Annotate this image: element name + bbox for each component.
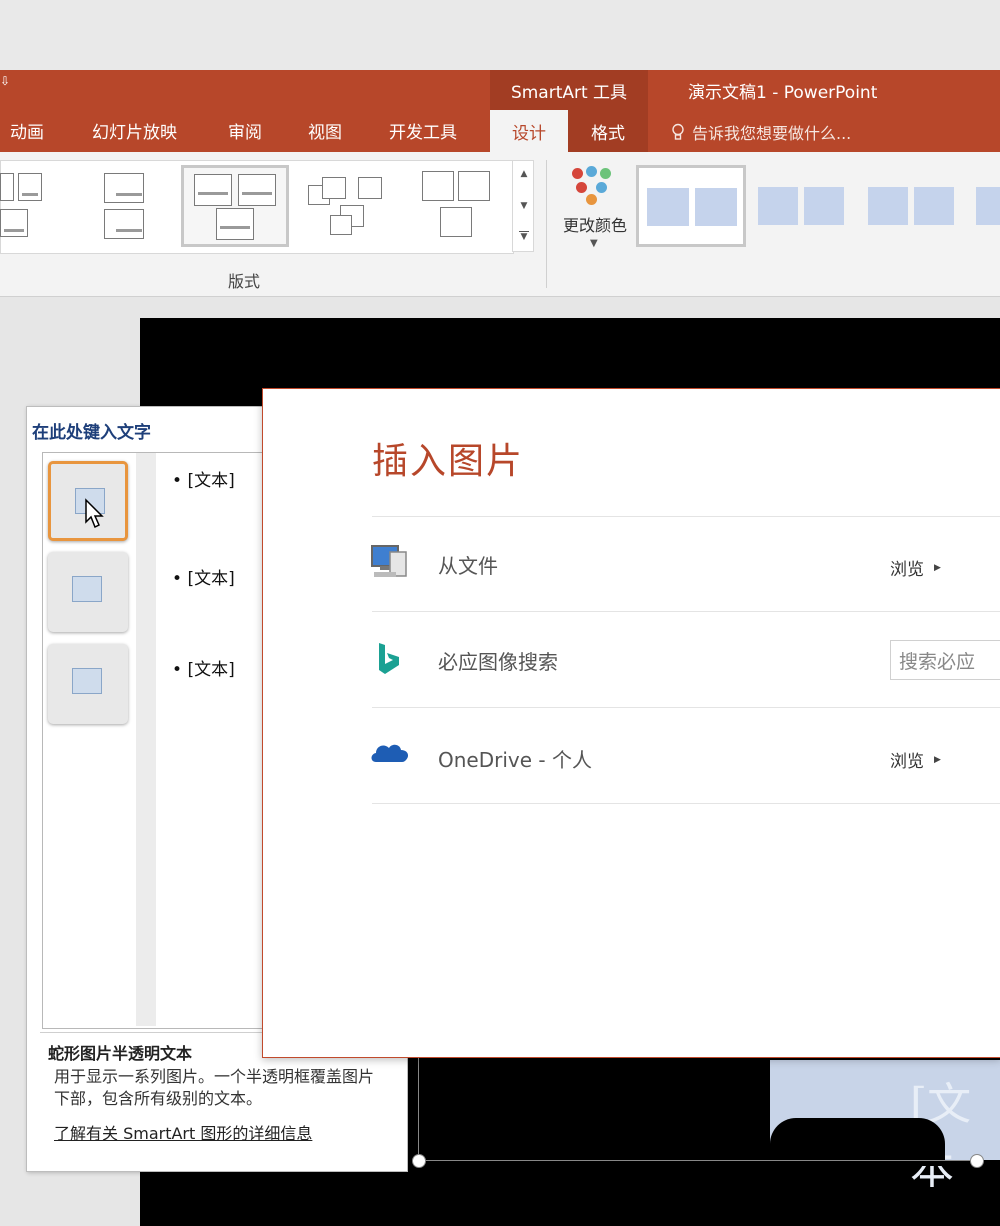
- smartart-tools-context-label: SmartArt 工具: [490, 70, 648, 110]
- layouts-group-label: 版式: [228, 272, 261, 291]
- bing-search-input[interactable]: 搜索必应: [890, 640, 1000, 680]
- tab-slideshow[interactable]: 幻灯片放映: [92, 118, 177, 143]
- quick-access-customize-icon[interactable]: ⇩: [0, 74, 10, 88]
- divider: [372, 803, 1000, 804]
- onedrive-label[interactable]: OneDrive - 个人: [438, 744, 592, 773]
- layout-option-selected[interactable]: [181, 165, 289, 247]
- computer-icon: [371, 545, 407, 577]
- layout-name: 蛇形图片半透明文本: [48, 1044, 193, 1063]
- divider: [372, 707, 1000, 708]
- smartart-style-selected[interactable]: [636, 165, 746, 247]
- browse-label: 浏览: [890, 560, 924, 580]
- gallery-more-icon[interactable]: ▼: [519, 231, 529, 242]
- divider: [372, 516, 1000, 517]
- mouse-pointer-icon: [85, 498, 104, 529]
- picture-icon: [72, 576, 102, 602]
- window-top-strip: [0, 0, 1000, 70]
- smartart-selection-frame: [418, 1040, 979, 1161]
- text-pane-divider-strip: [136, 453, 156, 1026]
- picture-icon: [72, 668, 102, 694]
- tab-view[interactable]: 视图: [308, 118, 342, 143]
- text-pane-bullet-1[interactable]: • [文本]: [172, 466, 235, 491]
- picture-placeholder-3[interactable]: [48, 644, 128, 724]
- tab-developer[interactable]: 开发工具: [389, 118, 457, 143]
- resize-handle-bottom-left[interactable]: [412, 1154, 426, 1168]
- text-pane-title: 在此处键入文字: [32, 423, 151, 443]
- text-pane-bullet-3[interactable]: • [文本]: [172, 655, 235, 680]
- resize-handle-bottom-right[interactable]: [970, 1154, 984, 1168]
- tab-format[interactable]: 格式: [568, 110, 648, 152]
- change-colors-dropdown-icon[interactable]: ▼: [590, 238, 598, 249]
- tell-me-text: 告诉我您想要做什么...: [692, 124, 852, 143]
- onedrive-icon: [371, 744, 409, 762]
- document-title: 演示文稿1 - PowerPoint: [688, 83, 878, 103]
- bullet-text-2: [文本]: [187, 569, 235, 589]
- gallery-scroll-up-icon[interactable]: ▲: [517, 169, 531, 179]
- layout-option-5[interactable]: [414, 165, 500, 247]
- caret-right-icon: ▶: [934, 754, 941, 765]
- layout-description: 用于显示一系列图片。一个半透明框覆盖图片下部，包含所有级别的文本。: [54, 1067, 375, 1108]
- layout-option-1[interactable]: [0, 165, 50, 247]
- smartart-style-4[interactable]: [972, 165, 1000, 247]
- caret-right-icon: ▶: [934, 562, 941, 573]
- tab-animations[interactable]: 动画: [10, 118, 44, 143]
- bullet-text-1: [文本]: [187, 471, 235, 491]
- smartart-style-3[interactable]: [862, 165, 962, 247]
- layout-option-2[interactable]: [92, 165, 162, 247]
- browse-label: 浏览: [890, 752, 924, 772]
- dialog-title: 插入图片: [372, 441, 525, 482]
- gallery-scroll-down-icon[interactable]: ▼: [517, 201, 531, 211]
- bing-image-search-label: 必应图像搜索: [438, 650, 558, 674]
- tab-design[interactable]: 设计: [490, 110, 568, 152]
- divider: [372, 611, 1000, 612]
- lightbulb-icon: [672, 123, 684, 140]
- smartart-style-2[interactable]: [752, 165, 852, 247]
- tell-me-search[interactable]: 告诉我您想要做什么...: [670, 120, 851, 144]
- onedrive-browse-button[interactable]: 浏览 ▶: [890, 747, 941, 772]
- ribbon-separator: [546, 160, 547, 288]
- layouts-gallery-scrollbar[interactable]: ▲ ▼ ▼: [512, 160, 534, 252]
- from-file-label[interactable]: 从文件: [438, 550, 498, 579]
- text-pane-bullet-2[interactable]: • [文本]: [172, 564, 235, 589]
- picture-placeholder-2[interactable]: [48, 552, 128, 632]
- insert-picture-dialog: [262, 388, 1000, 1058]
- learn-more-smartart-link[interactable]: 了解有关 SmartArt 图形的详细信息: [54, 1120, 312, 1144]
- tab-review[interactable]: 审阅: [228, 118, 262, 143]
- bullet-text-3: [文本]: [187, 660, 235, 680]
- bing-icon: [379, 643, 399, 674]
- from-file-browse-button[interactable]: 浏览 ▶: [890, 555, 941, 580]
- layout-option-4[interactable]: [300, 165, 390, 247]
- change-colors-label: 更改颜色: [562, 216, 627, 235]
